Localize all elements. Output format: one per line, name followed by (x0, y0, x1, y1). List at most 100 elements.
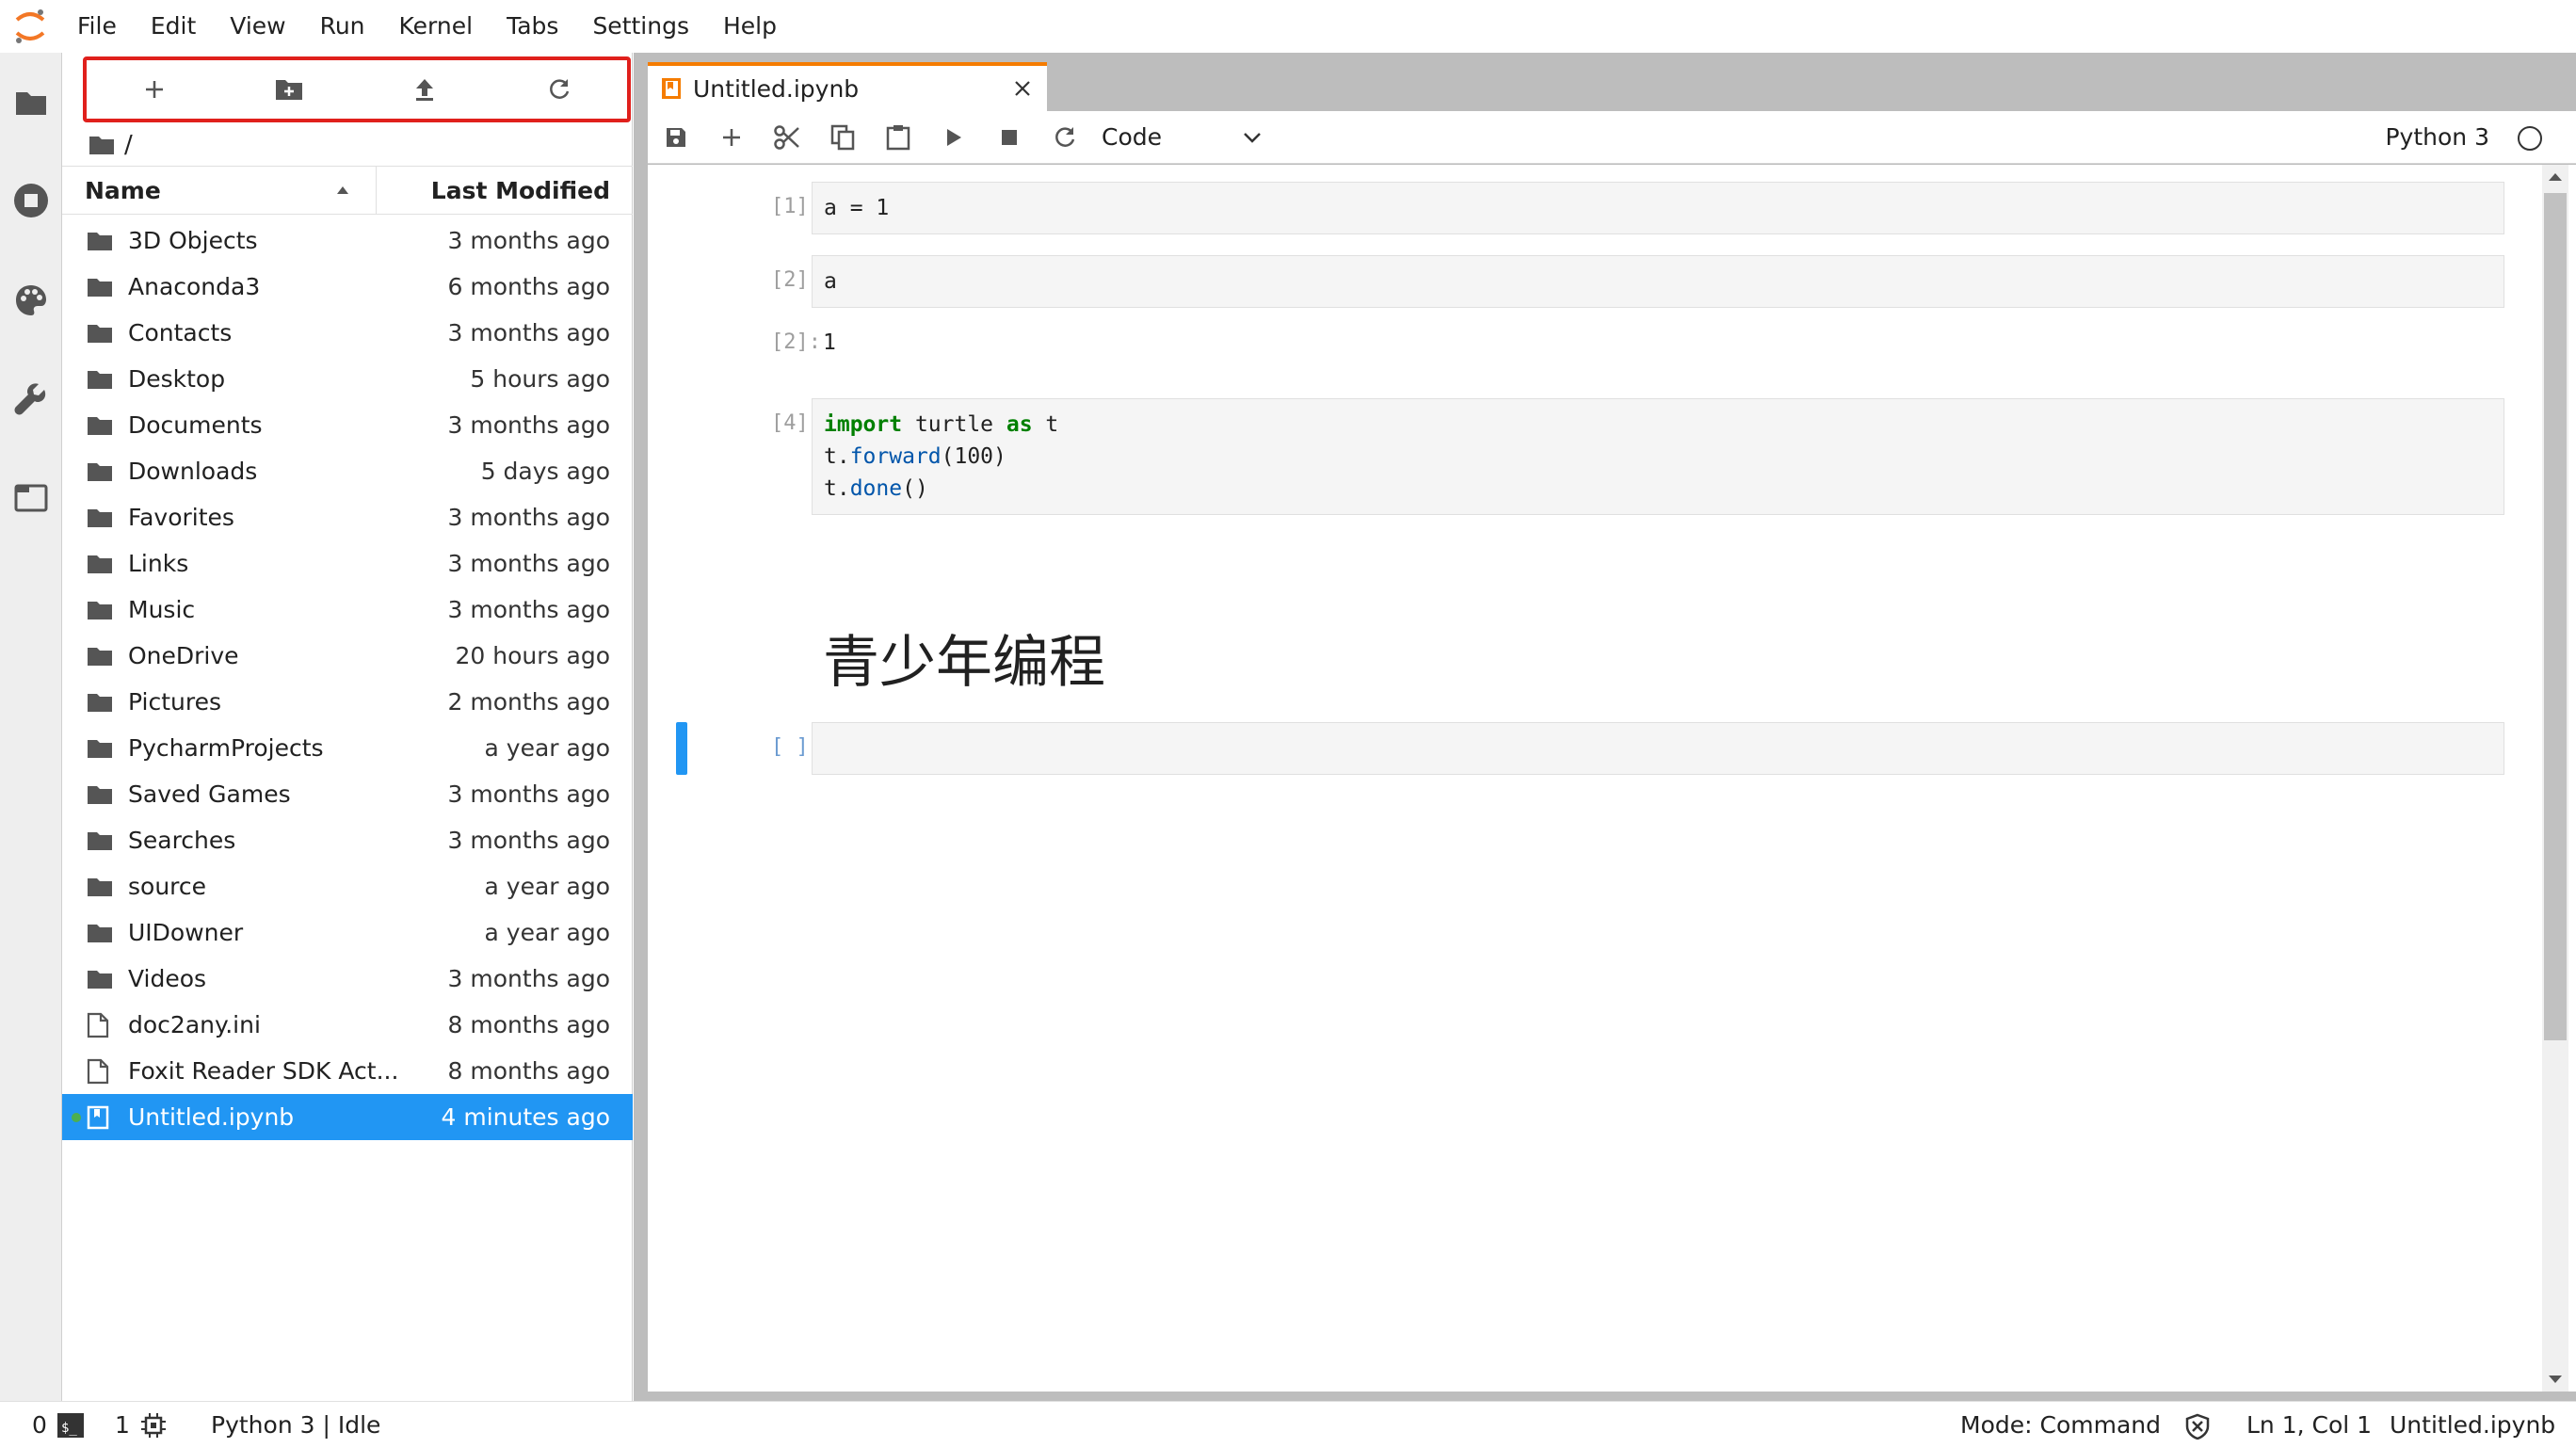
tabs-icon[interactable] (0, 465, 62, 531)
file-name: Downloads (128, 458, 258, 485)
file-row[interactable]: 3D Objects 3 months ago (62, 217, 633, 264)
file-name: Documents (128, 411, 263, 439)
code-text: () (902, 476, 928, 501)
file-name: Searches (128, 827, 236, 854)
close-icon[interactable] (1013, 79, 1032, 98)
input-prompt: [2]: (771, 268, 821, 292)
restart-button[interactable] (1037, 111, 1092, 164)
palette-icon[interactable] (0, 267, 62, 333)
folder-icon (87, 323, 128, 344)
tab-title: Untitled.ipynb (693, 74, 860, 103)
folder-icon (87, 231, 128, 251)
file-modified: 5 hours ago (470, 365, 610, 393)
file-row[interactable]: UIDowner a year ago (62, 909, 633, 956)
file-modified: 3 months ago (447, 411, 610, 439)
menu-tabs[interactable]: Tabs (490, 0, 575, 53)
cursor-position[interactable]: Ln 1, Col 1 (2246, 1411, 2372, 1439)
running-indicator (72, 1113, 81, 1122)
menu-view[interactable]: View (213, 0, 302, 53)
modified-column-header[interactable]: Last Modified (377, 167, 633, 214)
menu-kernel[interactable]: Kernel (382, 0, 491, 53)
menu-settings[interactable]: Settings (575, 0, 706, 53)
cell-type-dropdown[interactable]: Code (1102, 123, 1262, 151)
menu-file[interactable]: File (60, 0, 134, 53)
tab-untitled-ipynb[interactable]: Untitled.ipynb (648, 62, 1047, 111)
file-row[interactable]: Links 3 months ago (62, 540, 633, 587)
cell-output: 1 (823, 330, 836, 355)
file-modified: 20 hours ago (455, 642, 610, 669)
kernel-status-text[interactable]: Python 3 | Idle (211, 1411, 380, 1439)
copy-button[interactable] (814, 111, 870, 164)
upload-button[interactable] (357, 60, 492, 119)
running-icon[interactable] (0, 168, 62, 233)
notebook-icon (662, 78, 681, 99)
folder-icon (87, 461, 128, 482)
terminal-count[interactable]: 0 $_ (32, 1411, 85, 1439)
code-editor[interactable]: a = 1 (812, 182, 2504, 234)
save-button[interactable] (648, 111, 703, 164)
file-row[interactable]: source a year ago (62, 863, 633, 909)
code-editor[interactable]: a (812, 255, 2504, 308)
file-name: OneDrive (128, 642, 239, 669)
scroll-down-icon[interactable] (2548, 1375, 2563, 1384)
paste-button[interactable] (870, 111, 926, 164)
file-row[interactable]: Videos 3 months ago (62, 956, 633, 1002)
file-row[interactable]: OneDrive 20 hours ago (62, 633, 633, 679)
stop-button[interactable] (981, 111, 1037, 164)
code-function: forward (849, 444, 942, 469)
menu-edit[interactable]: Edit (134, 0, 213, 53)
file-name: Videos (128, 965, 207, 992)
file-row[interactable]: Documents 3 months ago (62, 402, 633, 448)
wrench-icon[interactable] (0, 365, 62, 431)
kernel-name[interactable]: Python 3 (2385, 111, 2489, 164)
code-editor[interactable] (812, 722, 2504, 775)
menu-help[interactable]: Help (706, 0, 794, 53)
cut-button[interactable] (759, 111, 814, 164)
output-prompt: [2]: (771, 330, 821, 354)
add-cell-button[interactable] (703, 111, 759, 164)
file-row[interactable]: Desktop 5 hours ago (62, 356, 633, 402)
file-row[interactable]: doc2any.ini 8 months ago (62, 1002, 633, 1048)
file-row[interactable]: Downloads 5 days ago (62, 448, 633, 494)
active-cell-marker (676, 722, 687, 775)
refresh-icon (550, 79, 570, 99)
vertical-scrollbar[interactable] (2542, 165, 2568, 1392)
file-row[interactable]: Contacts 3 months ago (62, 310, 633, 356)
code-keyword: import (824, 412, 903, 437)
new-folder-button[interactable] (222, 60, 358, 119)
breadcrumb-root[interactable]: / (124, 131, 133, 159)
file-name: 3D Objects (128, 227, 258, 254)
trusted-shield-icon[interactable] (2184, 1413, 2211, 1440)
folder-icon (87, 877, 128, 897)
file-row[interactable]: Untitled.ipynb 4 minutes ago (62, 1094, 633, 1140)
file-row[interactable]: PycharmProjects a year ago (62, 725, 633, 771)
folder-icon[interactable] (0, 70, 62, 136)
file-row[interactable]: Favorites 3 months ago (62, 494, 633, 540)
scrollbar-thumb[interactable] (2544, 193, 2567, 1040)
folder-icon[interactable] (89, 135, 115, 155)
breadcrumb: / (89, 126, 133, 164)
new-launcher-button[interactable] (87, 60, 222, 119)
terminal-icon: $_ (56, 1412, 84, 1438)
notebook-panel: [1]: a = 1 [2]: a [2]: 1 [4]: import tur… (648, 165, 2576, 1392)
file-modified: 3 months ago (447, 550, 610, 577)
refresh-button[interactable] (492, 60, 628, 119)
name-column-header[interactable]: Name (62, 167, 377, 214)
menu-run[interactable]: Run (303, 0, 382, 53)
file-modified: 3 months ago (447, 596, 610, 623)
file-row[interactable]: Foxit Reader SDK Act... 8 months ago (62, 1048, 633, 1094)
panel-splitter[interactable] (634, 53, 648, 1401)
file-icon (87, 1012, 128, 1038)
run-button[interactable] (926, 111, 981, 164)
kernel-count[interactable]: 1 (115, 1411, 168, 1440)
file-name: Music (128, 596, 196, 623)
file-row[interactable]: Music 3 months ago (62, 587, 633, 633)
scroll-up-icon[interactable] (2548, 172, 2563, 182)
code-editor[interactable]: import turtle as t t.forward(100) t.done… (812, 398, 2504, 515)
file-row[interactable]: Anaconda3 6 months ago (62, 264, 633, 310)
file-browser: / Name Last Modified 3D Objects 3 months … (62, 53, 633, 1401)
file-row[interactable]: Saved Games 3 months ago (62, 771, 633, 817)
folder-icon (87, 692, 128, 713)
file-row[interactable]: Searches 3 months ago (62, 817, 633, 863)
file-row[interactable]: Pictures 2 months ago (62, 679, 633, 725)
